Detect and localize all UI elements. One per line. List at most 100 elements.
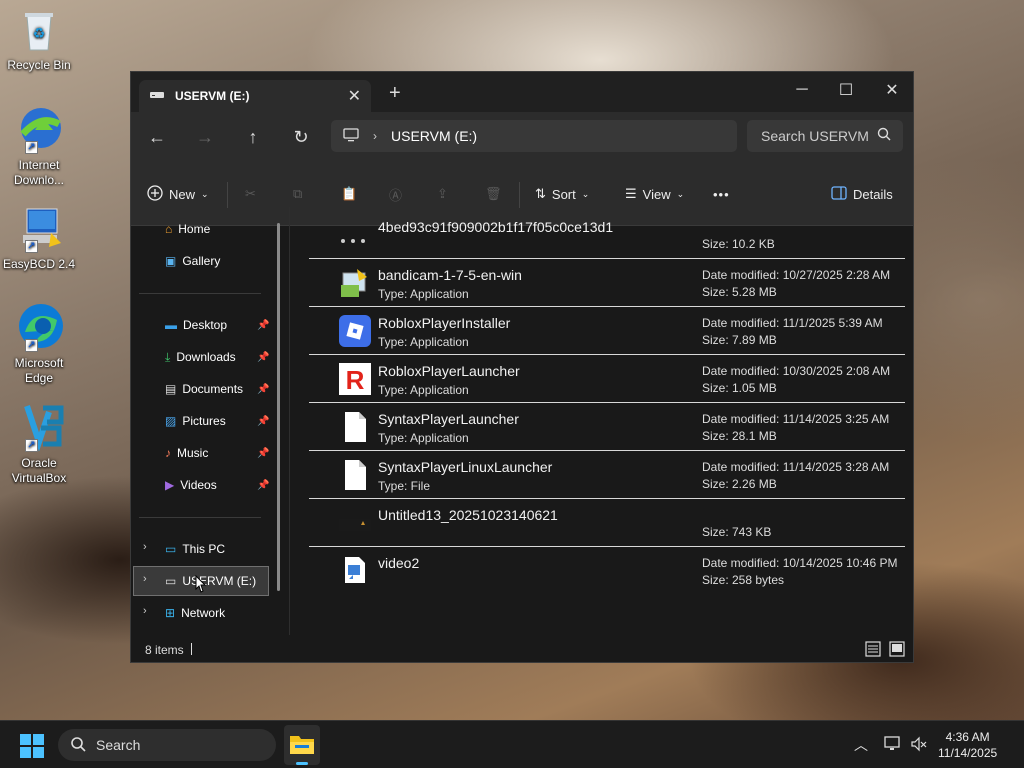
mouse-cursor-icon	[195, 575, 207, 593]
maximize-button[interactable]: ☐	[823, 76, 869, 104]
up-button[interactable]: ↑	[239, 124, 267, 150]
more-options-button[interactable]: •••	[713, 181, 730, 207]
share-icon: ⇪	[437, 186, 448, 201]
details-view-icon[interactable]	[865, 641, 881, 660]
details-pane-icon	[831, 185, 847, 203]
file-row[interactable]: video2 Date modified: 10/14/2025 10:46 P…	[309, 547, 905, 595]
nav-item-gallery[interactable]: ▣ Gallery	[165, 249, 220, 273]
nav-item-network[interactable]: ⊞ Network	[165, 601, 225, 625]
taskbar-search[interactable]: Search	[58, 729, 276, 761]
close-button[interactable]: ✕	[869, 76, 915, 104]
nav-item-uservm[interactable]: ▭ USERVM (E:)	[165, 569, 256, 593]
desktop-icon-internet-download-manager[interactable]: ↗ Internet Downlo...	[0, 104, 78, 188]
nav-item-label: Network	[181, 606, 226, 620]
forward-button[interactable]: →	[191, 124, 219, 150]
nav-item-downloads[interactable]: ⤓ Downloads 📌	[165, 345, 269, 369]
desktop-icon-easybcd[interactable]: ↗ EasyBCD 2.4	[0, 203, 78, 272]
nav-scrollbar[interactable]	[277, 223, 280, 591]
search-input[interactable]: Search USERVM	[747, 120, 903, 152]
file-name: Untitled13_20251023140621	[378, 507, 558, 523]
file-row[interactable]: SyntaxPlayerLinuxLauncher Type: File Dat…	[309, 451, 905, 499]
sort-button[interactable]: ⇅ Sort ⌄	[535, 181, 589, 207]
pin-icon[interactable]: 📌	[257, 416, 269, 427]
desktop-icon-label: EasyBCD 2.4	[2, 257, 76, 271]
search-placeholder: Search USERVM	[761, 128, 869, 144]
new-button[interactable]: New ⌄	[147, 181, 209, 207]
rename-button[interactable]: Ⓐ	[389, 181, 402, 207]
new-tab-button[interactable]: +	[389, 82, 401, 105]
nav-item-music[interactable]: ♪ Music 📌	[165, 441, 269, 465]
start-button[interactable]	[20, 734, 44, 761]
refresh-button[interactable]: ↻	[287, 124, 315, 150]
nav-item-videos[interactable]: ▶ Videos 📌	[165, 473, 269, 497]
expand-chevron-icon[interactable]: ›	[143, 573, 147, 585]
copy-button[interactable]: ⧉	[293, 181, 302, 207]
nav-item-documents[interactable]: ▤ Documents 📌	[165, 377, 269, 401]
navigation-pane: ⌂ Home ▣ Gallery ▬ Desktop 📌 ⤓ Downloads…	[131, 207, 289, 635]
file-date-modified: Date modified: 11/14/2025 3:28 AM	[702, 460, 890, 474]
view-icon: ☰	[625, 186, 637, 201]
nav-item-label: Videos	[180, 478, 217, 492]
nav-item-home[interactable]: ⌂ Home	[165, 217, 210, 241]
drive-icon	[149, 89, 165, 103]
file-row[interactable]: Untitled13_20251023140621 Size: 743 KB	[309, 499, 905, 547]
file-explorer-taskbar-button[interactable]	[284, 725, 320, 765]
expand-chevron-icon[interactable]: ›	[143, 605, 147, 617]
item-count: 8 items	[145, 643, 184, 657]
file-row[interactable]: SyntaxPlayerLauncher Type: Application D…	[309, 403, 905, 451]
paste-icon: 📋	[341, 186, 358, 201]
chevron-right-icon: ›	[373, 129, 377, 143]
pane-divider	[289, 207, 290, 635]
close-tab-icon[interactable]: ✕	[348, 86, 361, 106]
file-size: Size: 2.26 MB	[702, 477, 777, 491]
paste-button[interactable]: 📋	[341, 181, 357, 207]
pin-icon[interactable]: 📌	[257, 320, 269, 331]
nav-item-this-pc[interactable]: ▭ This PC	[165, 537, 225, 561]
delete-button[interactable]: 🗑	[485, 181, 502, 207]
desktop-icon-virtualbox[interactable]: ↗ Oracle VirtualBox	[0, 402, 78, 486]
desktop-icon-recycle-bin[interactable]: ♻ Recycle Bin	[0, 4, 78, 73]
clock[interactable]: 4:36 AM 11/14/2025	[938, 729, 997, 761]
desktop-icon-edge[interactable]: ↗ Microsoft Edge	[0, 302, 78, 386]
file-row[interactable]: R RobloxPlayerLauncher Type: Application…	[309, 355, 905, 403]
show-hidden-icons-chevron-icon[interactable]: ︿	[854, 735, 868, 755]
details-pane-button[interactable]: Details	[831, 181, 893, 207]
cut-button[interactable]: ✂	[245, 181, 256, 207]
folder-icon	[290, 736, 314, 754]
monitor-icon	[343, 127, 359, 145]
view-button[interactable]: ☰ View ⌄	[625, 181, 684, 207]
address-bar[interactable]: › USERVM (E:)	[331, 120, 737, 152]
tiles-view-icon[interactable]	[889, 641, 905, 660]
nav-item-label: Music	[177, 446, 209, 460]
blank-file-icon	[339, 411, 371, 443]
active-indicator	[296, 762, 308, 765]
back-button[interactable]: ←	[143, 124, 171, 150]
nav-divider	[139, 517, 261, 518]
file-row[interactable]: bandicam-1-7-5-en-win Type: Application …	[309, 259, 905, 307]
nav-item-label: Home	[178, 222, 211, 236]
content-area: ⌂ Home ▣ Gallery ▬ Desktop 📌 ⤓ Downloads…	[131, 207, 915, 635]
file-row[interactable]: 4bed93c91f909002b1f17f05c0ce13d1 Size: 1…	[309, 211, 905, 259]
chevron-down-icon: ⌄	[581, 188, 590, 199]
svg-text:R: R	[346, 365, 365, 395]
roblox-r-icon: R	[339, 363, 371, 395]
minimize-button[interactable]: ─	[779, 76, 825, 104]
file-type: Type: Application	[378, 287, 469, 301]
file-row[interactable]: RobloxPlayerInstaller Type: Application …	[309, 307, 905, 355]
pin-icon[interactable]: 📌	[257, 480, 269, 491]
status-bar: 8 items	[131, 637, 915, 663]
file-type: Type: File	[378, 479, 431, 493]
pin-icon[interactable]: 📌	[257, 384, 269, 395]
volume-muted-icon[interactable]	[910, 736, 928, 755]
pin-icon[interactable]: 📌	[257, 448, 269, 459]
tab-uservm[interactable]: USERVM (E:) ✕	[139, 80, 371, 112]
breadcrumb[interactable]: USERVM (E:)	[391, 128, 477, 144]
nav-item-desktop[interactable]: ▬ Desktop 📌	[165, 313, 269, 337]
expand-chevron-icon[interactable]: ›	[143, 541, 147, 553]
network-status-icon[interactable]	[884, 736, 902, 755]
nav-item-pictures[interactable]: ▨ Pictures 📌	[165, 409, 269, 433]
share-button[interactable]: ⇪	[437, 181, 448, 207]
installer-icon	[339, 267, 371, 299]
pin-icon[interactable]: 📌	[257, 352, 269, 363]
recycle-bin-icon: ♻	[13, 4, 65, 56]
